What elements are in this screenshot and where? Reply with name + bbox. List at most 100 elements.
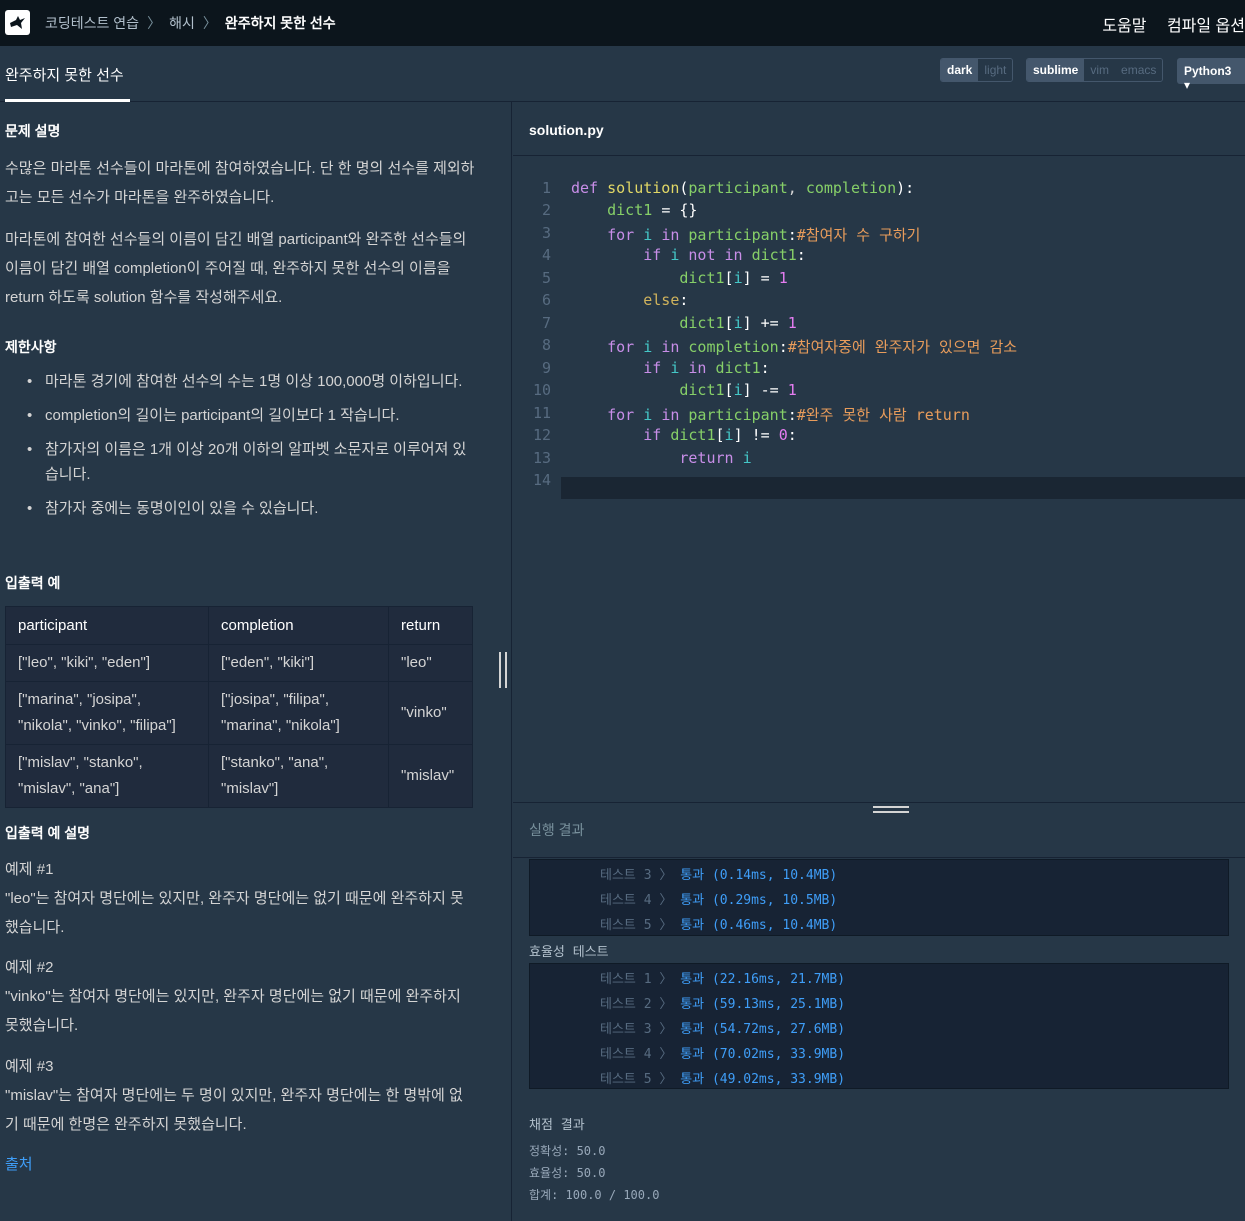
efficiency-score: 효율성: 50.0 [529, 1166, 606, 1180]
keymap-emacs-button[interactable]: emacs [1115, 59, 1163, 81]
table-header-participant: participant [5, 606, 209, 645]
caret-down-icon: ▾ [1184, 78, 1191, 92]
line-number: 3 [541, 224, 551, 242]
list-item: 참가자의 이름은 1개 이상 20개 이하의 알파벳 소문자로 이루어져 있습니… [25, 437, 475, 487]
io-example-table: participant completion return ["leo", "k… [5, 606, 473, 808]
total-score: 합계: 100.0 / 100.0 [529, 1188, 660, 1202]
theme-toggle: dark light [940, 58, 1014, 82]
code-line: if dict1[i] != 0: [643, 426, 797, 444]
chevron-right-icon: 〉 [659, 1072, 673, 1087]
description-paragraph-1: 수많은 마라톤 선수들이 마라톤에 참여하였습니다. 단 한 명의 선수를 제외… [5, 160, 475, 206]
keymap-toggle: sublime vim emacs [1026, 58, 1164, 82]
breadcrumb: 코딩테스트 연습 〉 해시 〉 완주하지 못한 선수 [45, 13, 336, 33]
description-paragraph-2: 마라톤에 참여한 선수들의 이름이 담긴 배열 participant와 완주한… [5, 231, 467, 306]
chevron-right-icon: 〉 [202, 15, 217, 31]
theme-light-button[interactable]: light [978, 59, 1013, 81]
grading-result-heading: 채점 결과 [529, 1118, 585, 1133]
code-line: dict1[i] += 1 [679, 314, 797, 332]
test-result: 통과 (49.02ms, 33.9MB) [680, 1072, 846, 1087]
test-result: 통과 (22.16ms, 21.7MB) [680, 972, 846, 987]
code-line: dict1[i] = 1 [679, 269, 788, 287]
table-cell: ["josipa", "filipa", "marina", "nikola"] [208, 681, 389, 745]
chevron-right-icon: 〉 [659, 893, 673, 908]
code-line: if i not in dict1: [643, 246, 806, 264]
programmers-logo[interactable] [5, 10, 30, 35]
table-cell: ["marina", "josipa", "nikola", "vinko", … [5, 681, 209, 745]
test-label: 테스트 3 [600, 1022, 652, 1037]
table-cell: ["mislav", "stanko", "mislav", "ana"] [5, 744, 209, 808]
keymap-sublime-button[interactable]: sublime [1027, 59, 1085, 81]
language-select[interactable]: Python3 ▾ [1177, 58, 1245, 92]
example-1-title: 예제 #1 [5, 861, 54, 878]
chevron-right-icon: 〉 [659, 997, 673, 1012]
line-number: 14 [532, 471, 551, 489]
chevron-right-icon: 〉 [659, 1022, 673, 1037]
keymap-vim-button[interactable]: vim [1084, 59, 1116, 81]
chevron-right-icon: 〉 [147, 15, 162, 31]
test-label: 테스트 5 [600, 1072, 652, 1087]
example-2-title: 예제 #2 [5, 959, 54, 976]
code-line: if i in dict1: [643, 359, 770, 377]
efficiency-results-box: 테스트 1 〉 통과 (22.16ms, 21.7MB) 테스트 2 〉 통과 … [529, 963, 1229, 1089]
line-number: 4 [541, 246, 551, 264]
section-heading-limits: 제한사항 [5, 339, 57, 355]
code-line: for i in participant:#참여자 수 구하기 [607, 226, 921, 244]
table-cell: ["leo", "kiki", "eden"] [5, 644, 209, 682]
test-result: 통과 (54.72ms, 27.6MB) [680, 1022, 846, 1037]
tab-row: 완주하지 못한 선수 dark light sublime vim emacs [0, 46, 1245, 102]
line-number: 5 [541, 269, 551, 287]
test-result: 통과 (59.13ms, 25.1MB) [680, 997, 846, 1012]
table-cell: ["stanko", "ana", "mislav"] [208, 744, 389, 808]
test-label: 테스트 2 [600, 997, 652, 1012]
test-result: 통과 (0.46ms, 10.4MB) [680, 918, 838, 933]
table-cell: "mislav" [388, 744, 473, 808]
example-2-text: "vinko"는 참여자 명단에는 있지만, 완주자 명단에는 없기 때문에 완… [5, 988, 461, 1034]
results-header: 실행 결과 [513, 802, 1245, 858]
compile-options-link[interactable]: 컴파일 옵션 [1167, 18, 1245, 35]
code-line: dict1[i] -= 1 [679, 381, 797, 399]
help-link[interactable]: 도움말 [1102, 18, 1146, 35]
grip-line [499, 652, 501, 688]
list-item: completion의 길이는 participant의 길이보다 1 작습니다… [25, 403, 475, 428]
list-item: 마라톤 경기에 참여한 선수의 수는 1명 이상 100,000명 이하입니다. [25, 369, 475, 394]
table-cell: "leo" [388, 644, 473, 682]
table-header-return: return [388, 606, 473, 645]
breadcrumb-current: 완주하지 못한 선수 [224, 15, 336, 31]
tab-problem-title[interactable]: 완주하지 못한 선수 [5, 64, 124, 85]
test-label: 테스트 4 [600, 1047, 652, 1062]
problem-panel: 문제 설명 수많은 마라톤 선수들이 마라톤에 참여하였습니다. 단 한 명의 … [0, 102, 512, 1221]
theme-dark-button[interactable]: dark [941, 59, 979, 81]
test-result: 통과 (0.29ms, 10.5MB) [680, 893, 838, 908]
results-panel: 테스트 3 〉 통과 (0.14ms, 10.4MB) 테스트 4 〉 통과 (… [513, 859, 1245, 1221]
result-row: 테스트 1 〉 통과 (22.16ms, 21.7MB) [600, 968, 845, 987]
line-number: 11 [532, 404, 551, 422]
breadcrumb-coding-test[interactable]: 코딩테스트 연습 [45, 13, 139, 33]
code-line: def solution(participant, completion): [571, 179, 915, 197]
result-row: 테스트 4 〉 통과 (0.29ms, 10.5MB) [600, 889, 837, 908]
test-label: 테스트 5 [600, 918, 652, 933]
test-label: 테스트 4 [600, 893, 652, 908]
breadcrumb-hash[interactable]: 해시 [169, 13, 195, 33]
line-number: 2 [541, 201, 551, 219]
code-line: dict1 = {} [607, 201, 698, 219]
language-label: Python3 [1184, 64, 1232, 78]
results-resize-handle[interactable] [873, 806, 909, 818]
example-1-text: "leo"는 참여자 명단에는 있지만, 완주자 명단에는 없기 때문에 완주하… [5, 890, 464, 936]
code-editor[interactable]: 1 2 3 4 5 6 7 8 9 10 11 12 13 14 def sol… [513, 157, 1245, 802]
filename-tab[interactable]: solution.py [529, 122, 604, 138]
panel-resize-handle[interactable] [499, 652, 509, 688]
accuracy-score: 정확성: 50.0 [529, 1144, 606, 1158]
table-row: ["leo", "kiki", "eden"] ["eden", "kiki"]… [5, 644, 473, 682]
chevron-right-icon: 〉 [659, 1047, 673, 1062]
accuracy-results-box: 테스트 3 〉 통과 (0.14ms, 10.4MB) 테스트 4 〉 통과 (… [529, 859, 1229, 936]
limits-list: 마라톤 경기에 참여한 선수의 수는 1명 이상 100,000명 이하입니다.… [25, 369, 475, 530]
code-line: return i [679, 449, 752, 467]
chevron-right-icon: 〉 [659, 918, 673, 933]
table-row: ["mislav", "stanko", "mislav", "ana"] ["… [5, 744, 473, 808]
source-link[interactable]: 출처 [5, 1150, 475, 1179]
top-navbar: 코딩테스트 연습 〉 해시 〉 완주하지 못한 선수 도움말 컴파일 옵션 [0, 0, 1245, 46]
file-header: solution.py [513, 102, 1245, 156]
table-cell: ["eden", "kiki"] [208, 644, 389, 682]
line-number: 8 [541, 336, 551, 354]
test-result: 통과 (0.14ms, 10.4MB) [680, 868, 838, 883]
